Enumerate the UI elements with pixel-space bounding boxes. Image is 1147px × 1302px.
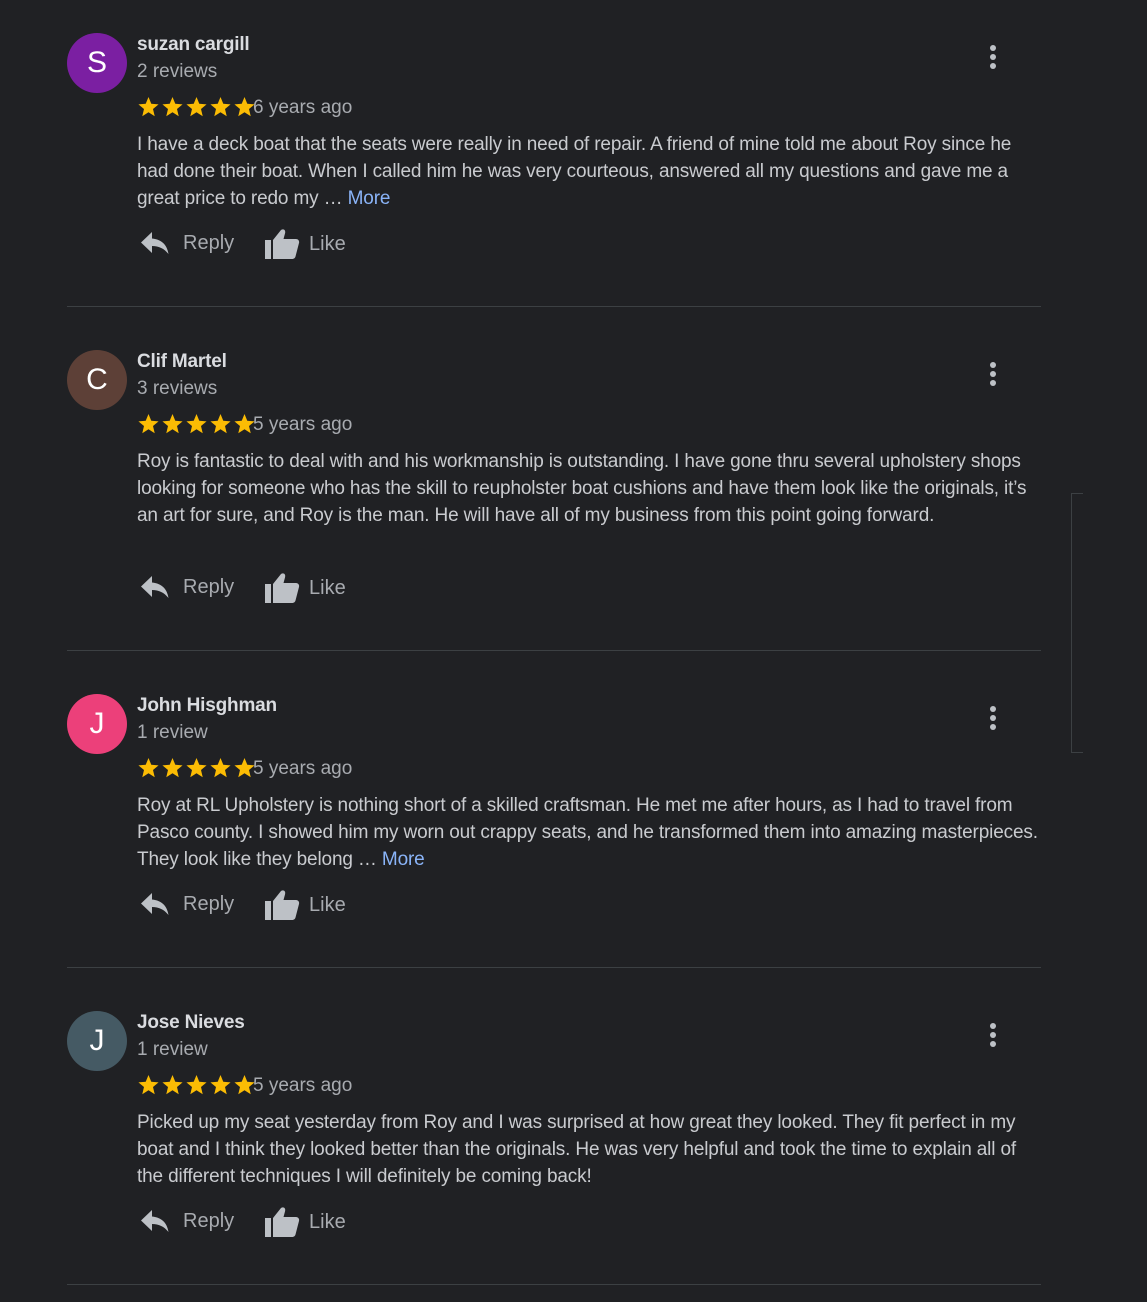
reply-label: Reply	[183, 1209, 235, 1232]
star-icon	[162, 413, 183, 434]
reviewer-name[interactable]: suzan cargill	[137, 34, 250, 56]
star-icon	[138, 1074, 159, 1095]
thumbs-up-icon	[265, 573, 300, 603]
reply-icon	[141, 1210, 169, 1232]
star-icon	[210, 96, 231, 117]
star-icon	[138, 757, 159, 778]
reply-icon	[141, 232, 169, 254]
star-rating	[137, 755, 256, 781]
review-time: 5 years ago	[253, 758, 353, 779]
star-icon	[210, 757, 231, 778]
reviewer-name[interactable]: Jose Nieves	[137, 1012, 245, 1034]
divider	[67, 967, 1041, 968]
menu-dot-icon	[990, 380, 996, 386]
avatar[interactable]: J	[67, 694, 127, 754]
menu-dot-icon	[990, 45, 996, 51]
reply-icon	[141, 576, 169, 598]
like-button[interactable]: Like	[264, 228, 346, 260]
like-label: Like	[309, 893, 346, 916]
reply-button[interactable]: Reply	[140, 230, 234, 256]
star-icon	[138, 413, 159, 434]
more-options-button[interactable]	[978, 701, 1008, 737]
review-body: Roy is fantastic to deal with and his wo…	[137, 451, 1027, 526]
menu-dot-icon	[990, 1032, 996, 1038]
divider	[67, 1284, 1041, 1285]
reply-button[interactable]: Reply	[140, 1208, 234, 1234]
review-count: 2 reviews	[137, 61, 218, 82]
review-time: 5 years ago	[253, 1075, 353, 1096]
reviews-list: S suzan cargill 2 reviews 6 years ago I …	[0, 0, 1147, 1302]
more-link[interactable]: More	[348, 188, 391, 209]
like-button[interactable]: Like	[264, 889, 346, 921]
reply-label: Reply	[183, 575, 235, 598]
review-time: 6 years ago	[253, 97, 353, 118]
star-icon	[210, 1074, 231, 1095]
menu-dot-icon	[990, 706, 996, 712]
more-options-button[interactable]	[978, 1018, 1008, 1054]
star-rating	[137, 411, 256, 437]
avatar[interactable]: S	[67, 33, 127, 93]
review-text: Roy is fantastic to deal with and his wo…	[137, 448, 1042, 529]
star-icon	[162, 96, 183, 117]
like-label: Like	[309, 576, 346, 599]
review-text: Picked up my seat yesterday from Roy and…	[137, 1109, 1042, 1190]
like-button[interactable]: Like	[264, 572, 346, 604]
menu-dot-icon	[990, 715, 996, 721]
like-label: Like	[309, 232, 346, 255]
star-icon	[162, 1074, 183, 1095]
review-body: Roy at RL Upholstery is nothing short of…	[137, 795, 1038, 870]
review-text: I have a deck boat that the seats were r…	[137, 131, 1042, 212]
review-body: Picked up my seat yesterday from Roy and…	[137, 1112, 1017, 1187]
star-rating	[137, 94, 256, 120]
star-icon	[162, 757, 183, 778]
reply-icon	[141, 893, 169, 915]
menu-dot-icon	[990, 1023, 996, 1029]
review-body: I have a deck boat that the seats were r…	[137, 134, 1012, 209]
more-options-button[interactable]	[978, 357, 1008, 393]
review-count: 1 review	[137, 1039, 208, 1060]
reply-label: Reply	[183, 231, 235, 254]
menu-dot-icon	[990, 54, 996, 60]
like-button[interactable]: Like	[264, 1206, 346, 1238]
menu-dot-icon	[990, 63, 996, 69]
divider	[67, 306, 1041, 307]
menu-dot-icon	[990, 1041, 996, 1047]
review-count: 1 review	[137, 722, 208, 743]
star-icon	[186, 1074, 207, 1095]
divider	[67, 650, 1041, 651]
review-text: Roy at RL Upholstery is nothing short of…	[137, 792, 1042, 873]
menu-dot-icon	[990, 371, 996, 377]
review-count: 3 reviews	[137, 378, 218, 399]
more-options-button[interactable]	[978, 40, 1008, 76]
avatar[interactable]: J	[67, 1011, 127, 1071]
thumbs-up-icon	[265, 890, 300, 920]
reviewer-name[interactable]: John Hisghman	[137, 695, 277, 717]
avatar[interactable]: C	[67, 350, 127, 410]
star-icon	[138, 96, 159, 117]
reply-label: Reply	[183, 892, 235, 915]
more-link[interactable]: More	[382, 849, 425, 870]
star-icon	[186, 757, 207, 778]
menu-dot-icon	[990, 362, 996, 368]
reviewer-name[interactable]: Clif Martel	[137, 351, 227, 373]
menu-dot-icon	[990, 724, 996, 730]
star-icon	[186, 96, 207, 117]
thumbs-up-icon	[265, 229, 300, 259]
star-icon	[186, 413, 207, 434]
review-time: 5 years ago	[253, 414, 353, 435]
star-icon	[210, 413, 231, 434]
reply-button[interactable]: Reply	[140, 574, 234, 600]
like-label: Like	[309, 1210, 346, 1233]
star-rating	[137, 1072, 256, 1098]
reply-button[interactable]: Reply	[140, 891, 234, 917]
thumbs-up-icon	[265, 1207, 300, 1237]
scrollbar[interactable]	[1071, 493, 1083, 753]
